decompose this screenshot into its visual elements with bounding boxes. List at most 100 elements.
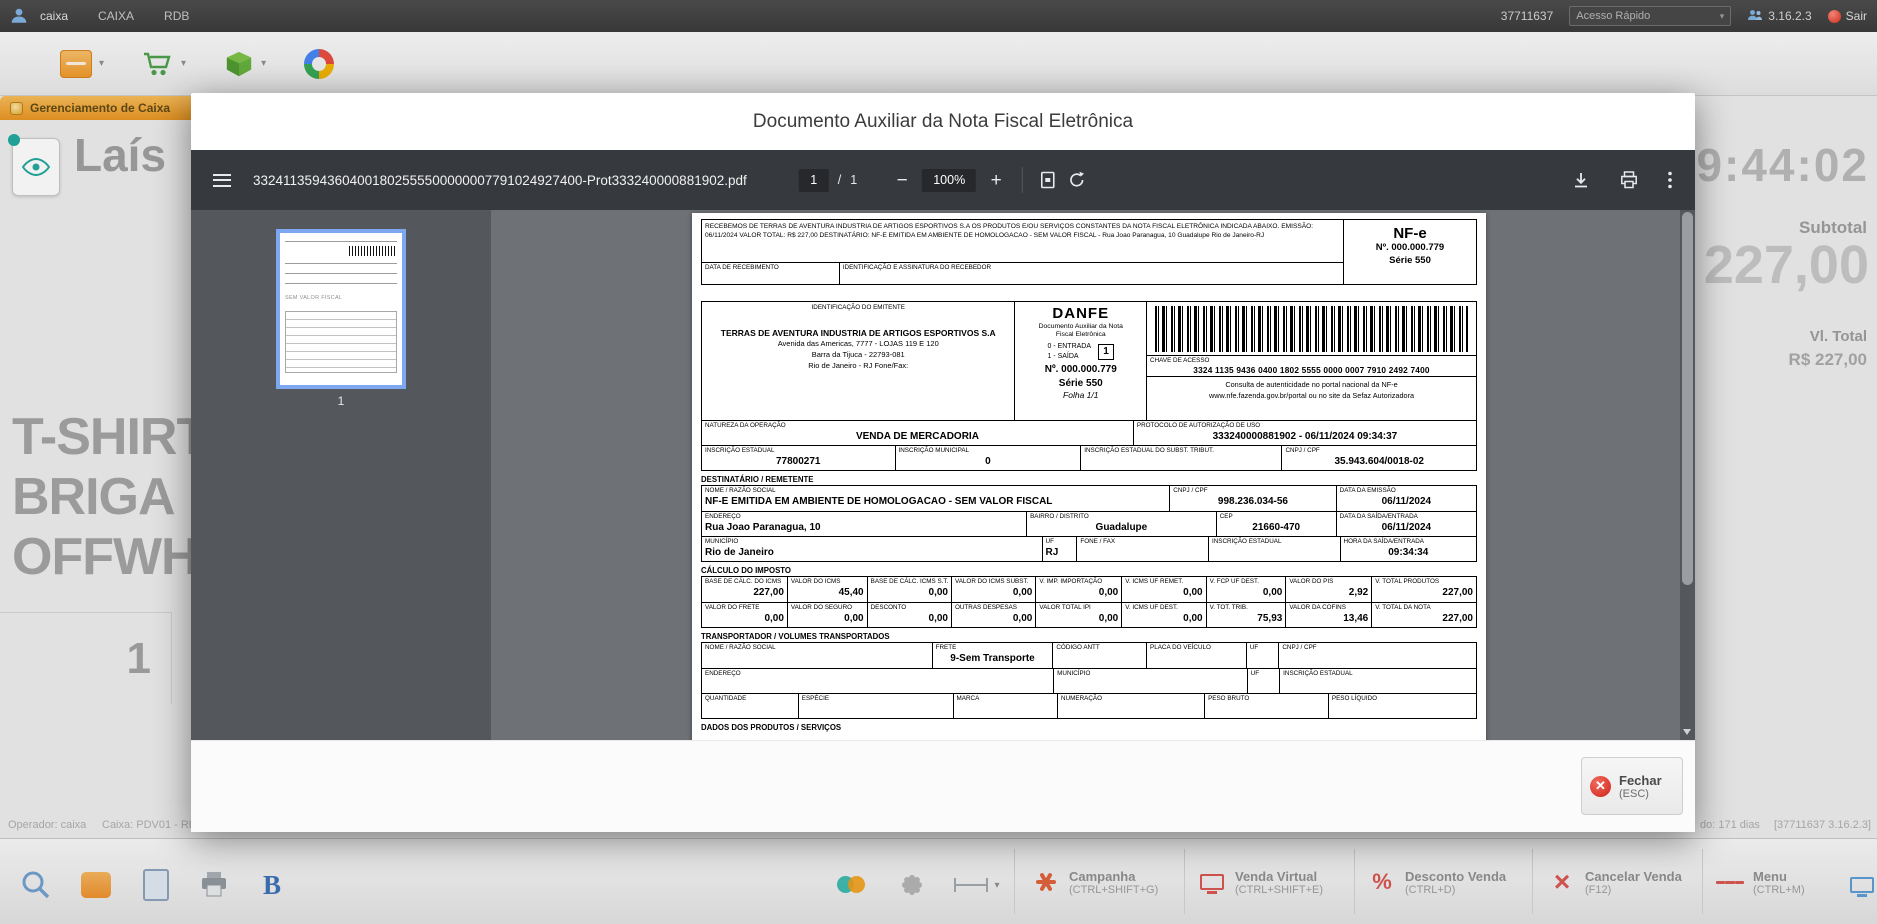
danfe-modal: Documento Auxiliar da Nota Fiscal Eletrô… [191, 93, 1695, 832]
page-number-input[interactable]: 1 [799, 169, 829, 192]
field-value: 0,00 [1125, 612, 1202, 625]
thumbnail-barcode [349, 246, 395, 256]
field-label: ESPÉCIE [802, 695, 950, 703]
field-label: NOME / RAZÃO SOCIAL [705, 644, 929, 652]
rotate-button[interactable] [1067, 170, 1087, 190]
page-total: 1 [850, 173, 857, 187]
section-title: CÁLCULO DO IMPOSTO [701, 566, 1477, 575]
close-shortcut: (ESC) [1619, 788, 1662, 800]
nfe-title: NF-e [1344, 225, 1476, 242]
field-label: PESO LÍQUIDO [1332, 695, 1473, 703]
field-value: 0,00 [1039, 586, 1118, 599]
field-label: NATUREZA DA OPERAÇÃO [705, 422, 1130, 430]
danfe-header-block: IDENTIFICAÇÃO DO EMITENTE TERRAS DE AVEN… [701, 301, 1477, 471]
field-label: BAIRRO / DISTRITO [1030, 513, 1213, 521]
field-label: UF [1250, 644, 1276, 652]
field-label: DATA DA EMISSÃO [1340, 487, 1473, 495]
section-title: DESTINATÁRIO / REMETENTE [701, 475, 1477, 484]
danfe-subtitle: Documento Auxiliar da Nota Fiscal Eletrô… [1038, 323, 1124, 339]
field-value: 9-Sem Transporte [936, 652, 1050, 665]
entry-option: 0 - ENTRADA [1047, 342, 1091, 351]
emitter-address: Avenida das Americas, 7777 - LOJAS 119 E… [704, 338, 1012, 349]
scroll-down-arrow-icon[interactable] [1683, 729, 1691, 735]
nfe-series: Série 550 [1344, 255, 1476, 268]
field-label: V. TOT. TRIB. [1210, 604, 1283, 612]
field-label: MARCA [957, 695, 1054, 703]
page-thumbnail[interactable]: SEM VALOR FISCAL [280, 233, 402, 385]
print-icon[interactable] [1619, 170, 1639, 190]
field-label: NOME / RAZÃO SOCIAL [705, 487, 1166, 495]
zoom-level: 100% [922, 169, 976, 192]
field-label: NUMERAÇÃO [1061, 695, 1201, 703]
field-value: NF-E EMITIDA EM AMBIENTE DE HOMOLOGACAO … [705, 495, 1166, 508]
field-value: 0,00 [955, 586, 1032, 599]
field-label: PROTOCOLO DE AUTORIZAÇÃO DE USO [1137, 422, 1473, 430]
field-label: VALOR DO FRETE [705, 604, 784, 612]
field-label: V. ICMS UF DEST. [1125, 604, 1202, 612]
danfe-title: DANFE [1017, 305, 1144, 322]
fit-to-page-button[interactable] [1038, 170, 1058, 190]
close-label: Fechar [1619, 773, 1662, 788]
field-label: CNPJ / CPF [1285, 447, 1473, 455]
emitter-address: Rio de Janeiro - RJ Fone/Fax: [704, 360, 1012, 371]
nfe-number: Nº. 000.000.779 [1344, 242, 1476, 255]
field-label: BASE DE CÁLC. DO ICMS [705, 578, 784, 586]
field-value: VENDA DE MERCADORIA [705, 430, 1130, 443]
field-value: 227,00 [1375, 586, 1473, 599]
field-label: V. IMP. IMPORTAÇÃO [1039, 578, 1118, 586]
field-label: QUANTIDADE [705, 695, 795, 703]
field-value: 227,00 [1375, 612, 1473, 625]
field-label: UF [1251, 670, 1277, 678]
zoom-in-button[interactable]: + [985, 171, 1007, 190]
field-label: FRETE [936, 644, 1050, 652]
exit-option: 1 - SAÍDA [1047, 352, 1091, 361]
authenticity-note: Consulta de autenticidade no portal naci… [1147, 380, 1476, 391]
field-label: ENDEREÇO [705, 513, 1023, 521]
field-value: 09:34:34 [1344, 546, 1473, 559]
field-label: VALOR TOTAL IPI [1039, 604, 1118, 612]
scrollbar-thumb[interactable] [1682, 212, 1693, 585]
field-label: IDENTIFICAÇÃO E ASSINATURA DO RECEBEDOR [843, 264, 1340, 272]
field-label: INSCRIÇÃO MUNICIPAL [899, 447, 1078, 455]
field-label: V. FCP UF DEST. [1210, 578, 1283, 586]
modal-footer: ✕ Fechar (ESC) [191, 740, 1695, 832]
page-divider: / [838, 173, 841, 187]
field-label: VALOR DO ICMS SUBST. [955, 578, 1032, 586]
field-label: DESCONTO [871, 604, 948, 612]
pdf-menu-button[interactable] [213, 170, 231, 190]
fechar-button[interactable]: ✕ Fechar (ESC) [1581, 757, 1683, 815]
pdf-viewer-body: SEM VALOR FISCAL 1 RECEBEMOS DE TERRAS D… [191, 210, 1695, 740]
field-value: 45,40 [791, 586, 864, 599]
divider [1022, 167, 1023, 193]
field-label: PLACA DO VEÍCULO [1150, 644, 1243, 652]
emitter-name: TERRAS DE AVENTURA INDUSTRIA DE ARTIGOS … [704, 328, 1012, 338]
danfe-receipt-stub: RECEBEMOS DE TERRAS DE AVENTURA INDUSTRI… [701, 219, 1477, 285]
field-label: OUTRAS DESPESAS [955, 604, 1032, 612]
field-label: VALOR DO PIS [1289, 578, 1368, 586]
field-value: 333240000881902 - 06/11/2024 09:34:37 [1137, 430, 1473, 443]
field-label: INSCRIÇÃO ESTADUAL [1283, 670, 1473, 678]
pdf-filename: 3324113594360400180255550000000779102492… [253, 173, 747, 188]
field-label: INSCRIÇÃO ESTADUAL [705, 447, 892, 455]
field-value: 0,00 [1039, 612, 1118, 625]
more-options-icon[interactable] [1667, 170, 1673, 190]
danfe-tax-block: BASE DE CÁLC. DO ICMS 227,00 VALOR DO ICM… [701, 576, 1477, 628]
field-value: 0 [899, 455, 1078, 468]
field-label: CHAVE DE ACESSO [1150, 357, 1473, 365]
field-value: 35.943.604/0018-02 [1285, 455, 1473, 468]
zoom-out-button[interactable]: − [891, 171, 913, 190]
pdf-scrollbar[interactable] [1680, 210, 1695, 740]
close-icon: ✕ [1590, 776, 1611, 797]
field-label: INSCRIÇÃO ESTADUAL [1212, 538, 1337, 546]
field-label: PESO BRUTO [1208, 695, 1325, 703]
danfe-document: RECEBEMOS DE TERRAS DE AVENTURA INDUSTRI… [692, 213, 1486, 740]
field-label: MUNICÍPIO [1057, 670, 1244, 678]
field-label: UF [1046, 538, 1074, 546]
section-title: TRANSPORTADOR / VOLUMES TRANSPORTADOS [701, 632, 1477, 641]
authenticity-url: www.nfe.fazenda.gov.br/portal ou no site… [1147, 391, 1476, 402]
nfe-series: Série 550 [1017, 377, 1144, 391]
download-icon[interactable] [1571, 170, 1591, 190]
field-label: V. TOTAL DA NOTA [1375, 604, 1473, 612]
field-label: CNPJ / CPF [1173, 487, 1332, 495]
field-value: 75,93 [1210, 612, 1283, 625]
